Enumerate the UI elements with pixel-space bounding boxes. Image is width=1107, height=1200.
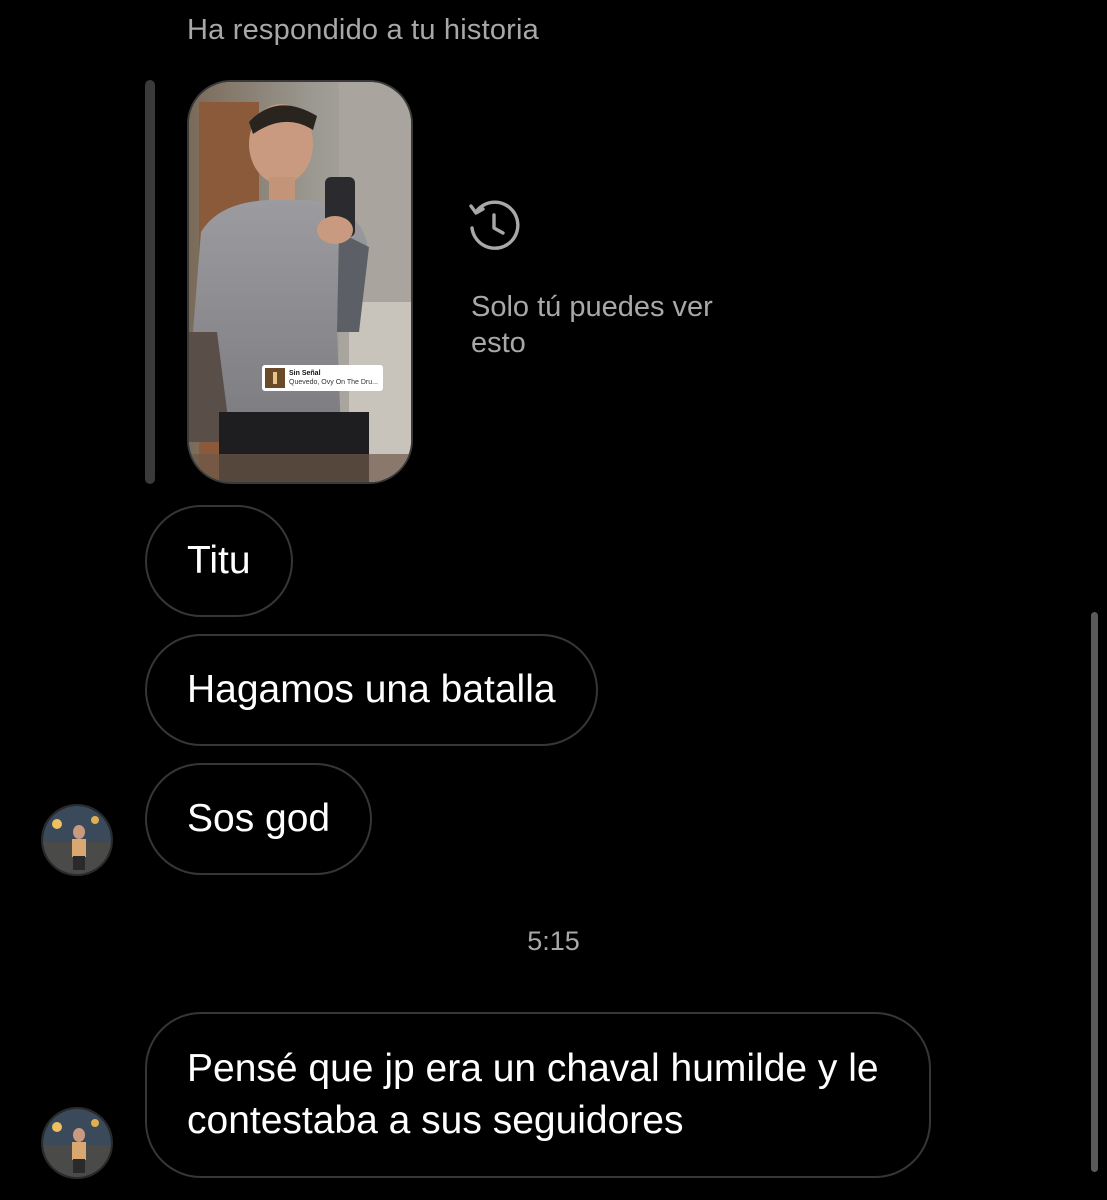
message-bubble[interactable]: Sos god — [145, 763, 373, 875]
avatar[interactable] — [41, 804, 113, 876]
history-clock-icon — [466, 198, 522, 254]
quote-bar — [145, 80, 155, 484]
music-sticker[interactable]: Sin Señal Quevedo, Ovy On The Dru... — [262, 365, 383, 391]
private-note: Solo tú puedes ver esto — [471, 291, 713, 359]
message-bubble[interactable]: Titu — [145, 505, 293, 617]
avatar-photo — [43, 806, 111, 874]
album-cover-icon — [265, 368, 285, 388]
message-text: Pensé que jp era un chaval humilde y le … — [187, 1047, 879, 1142]
message-text: Hagamos una batalla — [187, 668, 556, 711]
story-reply-label: Ha respondido a tu historia — [187, 14, 539, 46]
scrollbar[interactable] — [1091, 612, 1098, 1172]
music-artist: Quevedo, Ovy On The Dru... — [289, 379, 378, 386]
message-bubble[interactable]: Pensé que jp era un chaval humilde y le … — [145, 1012, 931, 1178]
avatar-photo — [43, 1109, 111, 1177]
message-text: Sos god — [187, 797, 331, 840]
music-title: Sin Señal — [289, 370, 321, 377]
story-photo — [189, 82, 411, 482]
story-thumbnail[interactable]: Sin Señal Quevedo, Ovy On The Dru... — [187, 80, 413, 484]
timestamp: 5:15 — [527, 926, 580, 956]
avatar[interactable] — [41, 1107, 113, 1179]
message-text: Titu — [187, 539, 251, 582]
message-bubble[interactable]: Hagamos una batalla — [145, 634, 598, 746]
